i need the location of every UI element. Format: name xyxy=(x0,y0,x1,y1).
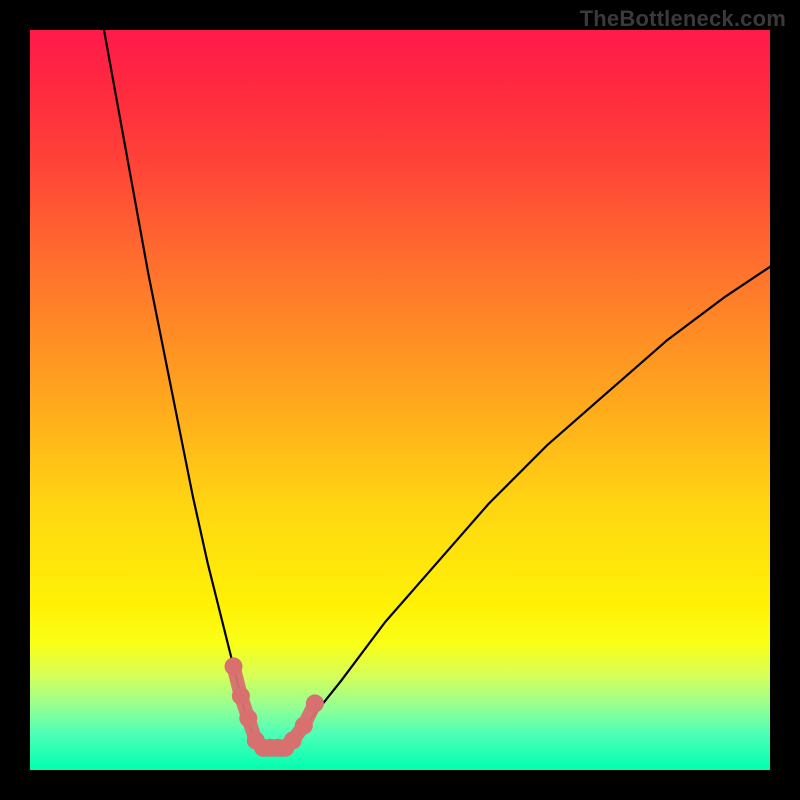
curve-overlay xyxy=(30,30,770,770)
highlight-dot xyxy=(306,694,324,712)
highlight-dot xyxy=(239,709,257,727)
highlight-dot xyxy=(232,687,250,705)
highlight-dot xyxy=(295,717,313,735)
watermark-text: TheBottleneck.com xyxy=(580,6,786,32)
highlight-band xyxy=(234,666,315,747)
main-curve xyxy=(104,30,770,755)
highlight-dot xyxy=(284,731,302,749)
highlight-dot xyxy=(225,657,243,675)
chart-frame: TheBottleneck.com xyxy=(0,0,800,800)
plot-area xyxy=(30,30,770,770)
